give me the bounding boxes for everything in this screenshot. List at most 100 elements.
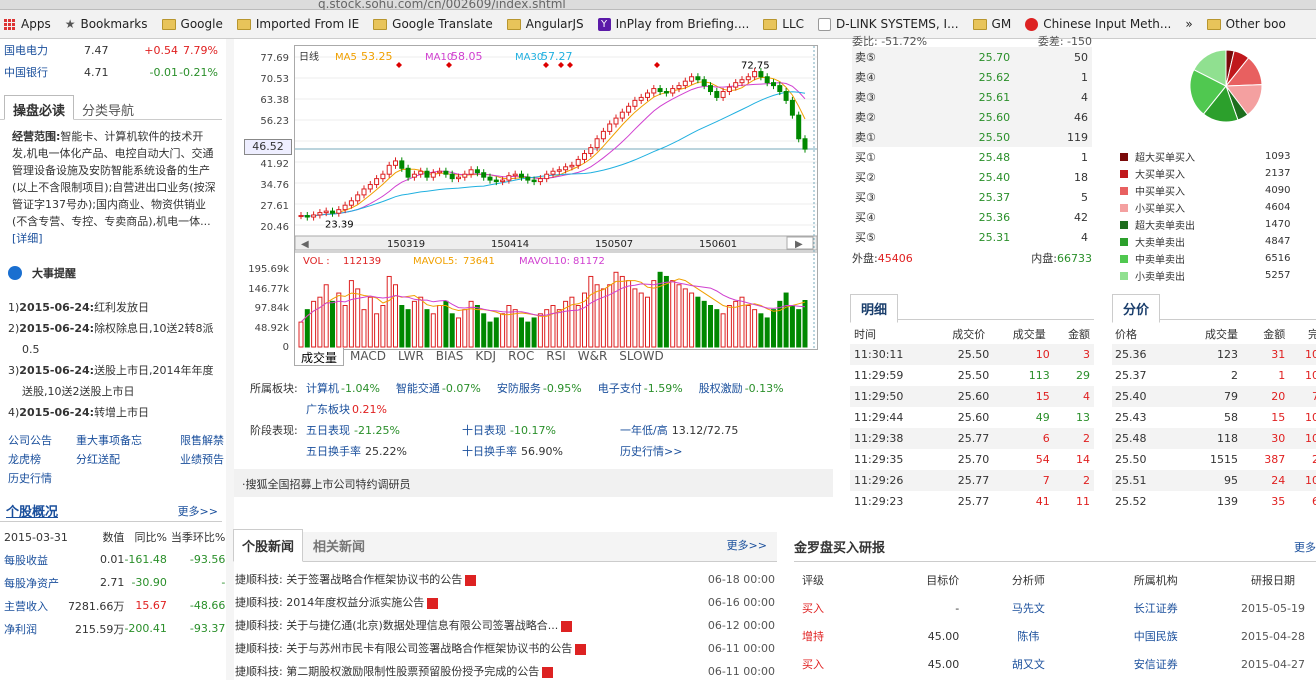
overview-key[interactable]: 每股净资产 <box>0 571 68 594</box>
news-title[interactable]: 捷顺科技: 关于与苏州市民卡有限公司签署战略合作框架协议书的公告 <box>235 642 572 655</box>
low-annotation: 23.39 <box>325 219 354 230</box>
stage-key[interactable]: 五日表现 <box>306 424 350 437</box>
stage-label: 阶段表现: <box>250 424 298 437</box>
chart-scrollbar[interactable] <box>294 235 818 251</box>
sector-name[interactable]: 智能交通 <box>396 382 440 395</box>
quick-link[interactable]: 重大事项备忘 <box>76 431 180 450</box>
bookmark-1[interactable]: ★ Bookmarks <box>65 17 148 31</box>
bookmark-11[interactable]: » <box>1185 17 1192 31</box>
quick-link[interactable]: 公司公告 <box>8 431 76 450</box>
pdf-icon[interactable] <box>427 597 439 609</box>
sector-name[interactable]: 计算机 <box>306 382 339 395</box>
indicator-tab[interactable]: LWR <box>392 348 430 366</box>
indicator-tab[interactable]: BIAS <box>430 348 470 366</box>
flow-legend-item: 小买单买入 4604 <box>1120 199 1316 216</box>
bookmark-7[interactable]: LLC <box>763 17 804 31</box>
bookmark-8[interactable]: D-LINK SYSTEMS, I... <box>818 17 959 31</box>
ad-banner[interactable]: ·搜狐全国招募上市公司特约调研员 <box>234 469 833 497</box>
kline-chart[interactable]: 日线 MA5 53.25 MA10 58.05 MA30 57.27 72.75 23.39 ◀ ▶… <box>294 45 818 350</box>
indicator-tab[interactable]: KDJ <box>469 348 502 366</box>
quick-link[interactable]: 分红送配 <box>76 450 180 469</box>
bookmark-0[interactable]: Apps <box>4 17 51 31</box>
quote-name[interactable]: 国电电力 <box>4 42 84 58</box>
overview-key[interactable]: 净利润 <box>0 617 68 640</box>
yahoo-icon: Y <box>597 17 611 31</box>
overview-more-link[interactable]: 更多>> <box>178 503 218 519</box>
sector-name[interactable]: 电子支付 <box>598 382 642 395</box>
overview-title[interactable]: 个股概况 <box>6 501 58 520</box>
bookmark-3[interactable]: Imported From IE <box>236 17 359 31</box>
quote-row[interactable]: 国电电力 7.47 +0.54 7.79% <box>4 39 218 61</box>
research-institution[interactable]: 长江证券 <box>1090 594 1223 622</box>
pdf-icon[interactable] <box>465 574 477 586</box>
overview-key[interactable]: 每股收益 <box>0 548 68 571</box>
sector-name[interactable]: 股权激励 <box>699 382 743 395</box>
tab-must-read[interactable]: 操盘必读 <box>4 95 75 120</box>
stage-key[interactable]: 历史行情>> <box>620 445 682 458</box>
indicator-tab[interactable]: 成交量 <box>294 348 345 366</box>
pdf-icon[interactable] <box>542 666 554 678</box>
news-title[interactable]: 捷顺科技: 关于签署战略合作框架协议书的公告 <box>235 573 462 586</box>
pricedist-title[interactable]: 分价 <box>1112 294 1161 323</box>
flow-label: 超大买单买入 <box>1135 153 1195 164</box>
bookmark-12[interactable]: Other boo <box>1206 17 1286 31</box>
candle <box>739 79 745 84</box>
news-item[interactable]: 捷顺科技: 2014年度权益分派实施公告 06-16 00:00 <box>233 591 777 614</box>
scroll-left-icon[interactable]: ◀ <box>301 239 309 250</box>
research-institution[interactable]: 中国民族 <box>1090 622 1223 650</box>
news-title[interactable]: 捷顺科技: 关于与捷亿通(北京)数据处理信息有限公司签署战略合... <box>235 619 558 632</box>
quick-link[interactable]: 限售解禁 <box>180 431 230 450</box>
stage-key[interactable]: 一年低/高 <box>620 424 668 437</box>
tick-title[interactable]: 明细 <box>850 294 899 323</box>
quick-link[interactable]: 历史行情 <box>8 469 76 488</box>
overview-key[interactable]: 主营收入 <box>0 594 68 617</box>
news-more-link[interactable]: 更多>> <box>727 537 777 561</box>
news-title[interactable]: 捷顺科技: 2014年度权益分派实施公告 <box>235 596 424 609</box>
tab-related-news[interactable]: 相关新闻 <box>303 530 375 561</box>
indicator-tab[interactable]: RSI <box>540 348 572 366</box>
tick-time: 11:29:23 <box>854 495 904 508</box>
bookmark-10[interactable]: Chinese Input Meth... <box>1025 17 1171 31</box>
research-institution[interactable]: 安信证券 <box>1090 650 1223 678</box>
candle <box>424 170 430 178</box>
bookmark-6[interactable]: Y InPlay from Briefing.... <box>597 17 749 31</box>
indicator-tab[interactable]: SLOWD <box>613 348 669 366</box>
quote-row[interactable]: 中国银行 4.71 -0.01 -0.21% <box>4 61 218 83</box>
research-analyst[interactable]: 陈伟 <box>967 622 1089 650</box>
news-item[interactable]: 捷顺科技: 关于与捷亿通(北京)数据处理信息有限公司签署战略合... 06-12 … <box>233 614 777 637</box>
sector-name[interactable]: 安防服务 <box>497 382 541 395</box>
indicator-tab[interactable]: MACD <box>344 348 392 366</box>
tab-stock-news[interactable]: 个股新闻 <box>233 529 304 562</box>
research-analyst[interactable]: 胡又文 <box>967 650 1089 678</box>
research-more-link[interactable]: 更多 <box>1294 539 1316 555</box>
bookmark-2[interactable]: Google <box>161 17 223 31</box>
detail-link[interactable]: [详细] <box>12 232 43 245</box>
indicator-tab[interactable]: ROC <box>502 348 540 366</box>
tab-category-nav[interactable]: 分类导航 <box>74 95 142 119</box>
volume-tick: 48.92k <box>254 322 289 334</box>
bookmark-9[interactable]: GM <box>972 17 1011 31</box>
quote-name[interactable]: 中国银行 <box>4 64 84 80</box>
scroll-right-icon[interactable]: ▶ <box>795 239 803 250</box>
volume-bar <box>380 305 386 348</box>
indicator-tab[interactable]: W&R <box>572 348 614 366</box>
stage-key[interactable]: 十日换手率 <box>462 445 517 458</box>
bookmark-4[interactable]: Google Translate <box>373 17 493 31</box>
pdf-icon[interactable] <box>575 643 587 655</box>
stage-key[interactable]: 十日表现 <box>462 424 506 437</box>
stage-key[interactable]: 五日换手率 <box>306 445 361 458</box>
legend-swatch <box>1120 271 1128 280</box>
order-price: 25.31 <box>978 230 1011 244</box>
research-analyst[interactable]: 马先文 <box>967 594 1089 622</box>
sector-name[interactable]: 广东板块 <box>306 403 350 416</box>
quick-link[interactable]: 龙虎榜 <box>8 450 76 469</box>
bookmark-5[interactable]: AngularJS <box>506 17 584 31</box>
legend-swatch <box>1120 203 1128 212</box>
news-item[interactable]: 捷顺科技: 关于签署战略合作框架协议书的公告 06-18 00:00 <box>233 568 777 591</box>
news-date: 06-16 00:00 <box>707 596 775 609</box>
news-item[interactable]: 捷顺科技: 关于与苏州市民卡有限公司签署战略合作框架协议书的公告 06-11 00… <box>233 637 777 660</box>
pdf-icon[interactable] <box>561 620 573 632</box>
pricedist-cell: 10 <box>1305 474 1316 487</box>
news-title[interactable]: 捷顺科技: 第二期股权激励限制性股票预留股份授予完成的公告 <box>235 665 539 678</box>
quick-link[interactable]: 业绩预告 <box>180 450 230 469</box>
